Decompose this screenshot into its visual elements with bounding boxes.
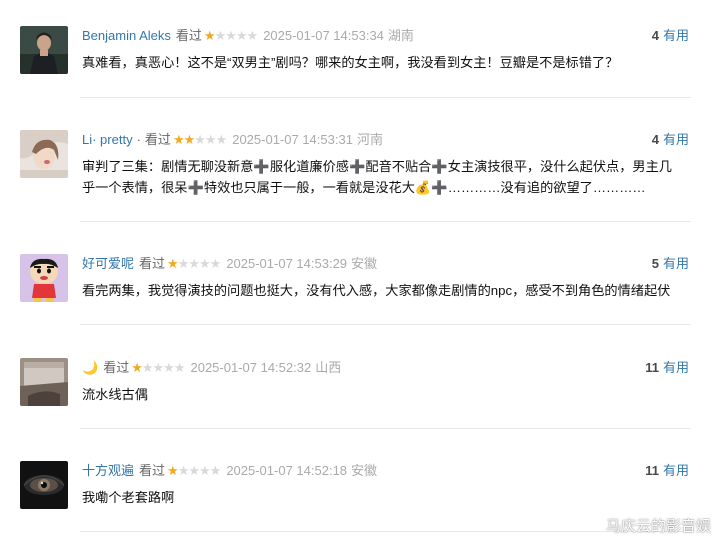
avatar[interactable] (20, 358, 68, 406)
star-empty-icon: ★ (177, 256, 190, 271)
star-empty-icon: ★ (188, 256, 200, 271)
vote-count: 11 (645, 360, 659, 375)
star-rating: ★ ★ ★ ★ ★ (167, 255, 222, 273)
comment-time: 2025-01-07 14:52:18 (226, 463, 348, 478)
useful-button[interactable]: 有用 (663, 28, 689, 43)
rating-label: 看过 (139, 256, 166, 271)
vote-area: 5 有用 (652, 255, 689, 273)
rating-label: 看过 (175, 28, 202, 43)
vote-count: 5 (651, 256, 659, 271)
username-link[interactable]: Li· pretty (82, 131, 133, 149)
star-empty-icon: ★ (209, 463, 222, 478)
star-empty-icon: ★ (199, 463, 211, 478)
star-empty-icon: ★ (163, 360, 175, 375)
comment-text: 流水线古偶 (82, 387, 148, 402)
star-empty-icon: ★ (177, 463, 190, 478)
rating-label: 看过 (139, 463, 166, 478)
star-empty-icon: ★ (194, 132, 206, 147)
divider (80, 531, 691, 532)
divider (80, 97, 691, 98)
star-empty-icon: ★ (188, 463, 200, 478)
user-photo-man-icon (20, 26, 68, 74)
star-empty-icon: ★ (235, 28, 248, 43)
vote-area: 4 有用 (652, 27, 689, 45)
username-link[interactable]: 🌙 (82, 359, 98, 377)
star-rating: ★ ★ ★ ★ ★ (203, 27, 259, 45)
comment-location: 湖南 (387, 28, 414, 43)
cartoon-boy-avatar-icon (20, 254, 68, 302)
divider (80, 428, 691, 429)
comment-time: 2025-01-07 14:52:32 (190, 360, 312, 375)
avatar[interactable] (20, 26, 68, 74)
rating-label: 看过 (103, 360, 130, 375)
comment-text: 审判了三集：剧情无聊没新意➕服化道廉价感➕配音不贴合➕女主演技很平，没什么起伏点… (82, 159, 672, 195)
useful-button[interactable]: 有用 (663, 463, 689, 478)
username-link[interactable]: 好可爱呢 (82, 255, 134, 273)
comment-time: 2025-01-07 14:53:31 (232, 132, 353, 147)
star-rating: ★ ★ ★ ★ ★ (172, 131, 228, 149)
username-link[interactable]: Benjamin Aleks (82, 27, 171, 45)
username-link[interactable]: 十方观遍 (82, 462, 134, 480)
star-empty-icon: ★ (152, 360, 165, 375)
separator: · (136, 132, 141, 147)
star-empty-icon: ★ (204, 132, 217, 147)
vote-count: 11 (645, 463, 659, 478)
avatar[interactable] (20, 130, 68, 178)
star-filled-icon: ★ (172, 132, 185, 147)
star-filled-icon: ★ (203, 28, 216, 43)
comment-location: 安徽 (351, 256, 378, 271)
vote-area: 4 有用 (652, 131, 689, 149)
comment-text: 看完两集，我觉得演技的问题也挺大，没有代入感，大家都像走剧情的npc，感受不到角… (82, 283, 671, 298)
star-empty-icon: ★ (246, 28, 259, 43)
star-empty-icon: ★ (215, 132, 228, 147)
star-filled-icon: ★ (131, 360, 143, 375)
watermark-text: 马庆云的影音娱 (605, 517, 711, 535)
comment-time: 2025-01-07 14:53:34 (263, 28, 384, 43)
rating-label: 看过 (144, 132, 171, 147)
eye-photo-avatar-icon (20, 461, 68, 509)
star-rating: ★ ★ ★ ★ ★ (167, 462, 222, 480)
star-empty-icon: ★ (173, 360, 186, 375)
useful-button[interactable]: 有用 (663, 360, 689, 375)
avatar[interactable] (20, 461, 68, 509)
vote-count: 4 (651, 28, 659, 43)
comment-location: 安徽 (351, 463, 378, 478)
comment-location: 河南 (356, 132, 383, 147)
user-photo-woman-icon (20, 130, 68, 178)
divider (80, 221, 691, 222)
window-photo-avatar-icon (20, 358, 68, 406)
star-filled-icon: ★ (167, 256, 179, 271)
star-empty-icon: ★ (225, 28, 237, 43)
comment-location: 山西 (315, 360, 342, 375)
star-filled-icon: ★ (167, 463, 179, 478)
useful-button[interactable]: 有用 (663, 132, 689, 147)
star-empty-icon: ★ (141, 360, 154, 375)
comment-time: 2025-01-07 14:53:29 (226, 256, 348, 271)
comment-text: 真难看，真恶心！这不是“双男主”剧吗？哪来的女主啊，我没看到女主！豆瓣是不是标错… (82, 55, 619, 70)
divider (80, 324, 691, 325)
star-empty-icon: ★ (199, 256, 211, 271)
comment-text: 我嘞个老套路啊 (82, 490, 175, 505)
star-empty-icon: ★ (209, 256, 222, 271)
vote-area: 11 有用 (645, 359, 689, 377)
star-filled-icon: ★ (183, 132, 196, 147)
star-rating: ★ ★ ★ ★ ★ (131, 359, 186, 377)
useful-button[interactable]: 有用 (663, 256, 689, 271)
vote-count: 4 (651, 132, 659, 147)
avatar[interactable] (20, 254, 68, 302)
vote-area: 11 有用 (645, 462, 689, 480)
star-empty-icon: ★ (214, 28, 227, 43)
